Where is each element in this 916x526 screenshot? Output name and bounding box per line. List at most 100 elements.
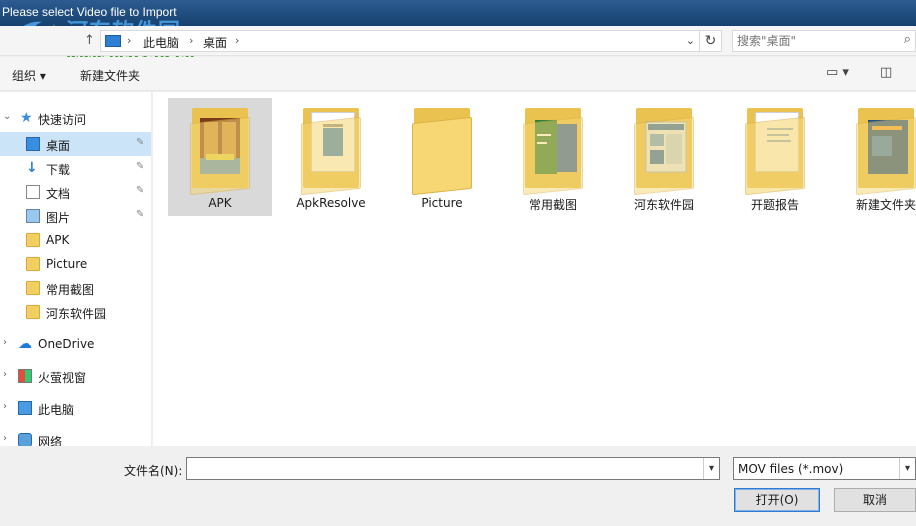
- filename-label: 文件名(N):: [124, 464, 183, 478]
- up-arrow-icon[interactable]: ↑: [84, 33, 95, 48]
- nav-item-app[interactable]: › 火萤视窗: [0, 364, 151, 388]
- file-item-apk[interactable]: APK: [168, 98, 272, 216]
- chevron-right-icon[interactable]: ›: [127, 34, 131, 47]
- folder-icon: [745, 108, 807, 196]
- nav-item-this-pc[interactable]: › 此电脑: [0, 396, 151, 420]
- file-item-hedong[interactable]: 河东软件园: [612, 98, 716, 216]
- file-name: Picture: [421, 196, 463, 210]
- nav-label: APK: [46, 233, 70, 247]
- nav-item-network[interactable]: › 网络: [0, 428, 151, 446]
- nav-label: 河东软件园: [46, 307, 107, 321]
- folder-icon: [856, 108, 916, 196]
- open-button[interactable]: 打开(O): [734, 488, 820, 512]
- file-item-apkresolve[interactable]: ApkResolve: [279, 98, 383, 216]
- folder-icon: [26, 305, 40, 319]
- file-item-picture[interactable]: Picture: [390, 98, 494, 216]
- document-icon: [26, 185, 40, 199]
- folder-icon: [26, 257, 40, 271]
- dropdown-arrow-icon: ▾: [39, 69, 46, 83]
- nav-label: 此电脑: [38, 403, 75, 417]
- file-name: 常用截图: [528, 198, 577, 212]
- nav-label: 常用截图: [46, 283, 95, 297]
- computer-icon: [105, 35, 121, 47]
- nav-item-apk[interactable]: APK: [0, 228, 151, 252]
- nav-label: 桌面: [46, 139, 71, 153]
- filename-combobox[interactable]: ▾: [186, 457, 720, 480]
- dialog-footer: 文件名(N): ▾ MOV files (*.mov) ▾ 打开(O) 取消: [0, 446, 916, 526]
- nav-label: 图片: [46, 211, 71, 225]
- address-bar[interactable]: › 此电脑 › 桌面 › ⌄: [100, 30, 700, 52]
- nav-label: 文档: [46, 187, 71, 201]
- preview-pane-icon[interactable]: ◫: [880, 65, 892, 80]
- file-list: APK ApkResolve Picture 常用截图 河东软件园 开题报告 新…: [153, 92, 916, 446]
- nav-item-picture[interactable]: Picture: [0, 252, 151, 276]
- star-icon: ★: [20, 110, 33, 126]
- folder-icon: [190, 108, 252, 196]
- computer-icon: [18, 401, 32, 415]
- chevron-right-icon[interactable]: ›: [235, 34, 239, 47]
- nav-label: 快速访问: [38, 113, 87, 127]
- chevron-down-icon[interactable]: ⌄: [686, 34, 695, 47]
- file-name: 新建文件夹: [855, 198, 916, 212]
- cancel-button[interactable]: 取消: [834, 488, 916, 512]
- pin-icon: ✎: [136, 137, 145, 148]
- toolbar: 组织 ▾ 新建文件夹 ▭ ▾ ◫: [0, 57, 916, 91]
- file-name: ApkResolve: [296, 196, 366, 210]
- onedrive-icon: ☁: [18, 336, 32, 352]
- nav-item-documents[interactable]: 文档 ✎: [0, 180, 151, 204]
- chevron-down-icon[interactable]: ⌄: [3, 111, 11, 122]
- organize-label: 组织: [12, 69, 37, 83]
- folder-icon: [301, 108, 363, 196]
- navigation-pane: ⌄ ★ 快速访问 桌面 ✎ ↓ 下载 ✎ 文档 ✎ 图片 ✎ APK Pictu…: [0, 92, 152, 446]
- file-name: 开题报告: [750, 198, 799, 212]
- nav-item-hedong[interactable]: 河东软件园: [0, 300, 151, 324]
- chevron-right-icon[interactable]: ›: [3, 337, 7, 348]
- pin-icon: ✎: [136, 161, 145, 172]
- chevron-down-icon[interactable]: ▾: [899, 458, 915, 479]
- nav-quick-access[interactable]: ⌄ ★ 快速访问: [0, 106, 151, 130]
- organize-button[interactable]: 组织 ▾: [12, 67, 46, 84]
- nav-item-screenshots[interactable]: 常用截图: [0, 276, 151, 300]
- folder-icon: [26, 233, 40, 247]
- filetype-value: MOV files (*.mov): [738, 462, 844, 476]
- file-item-screenshots[interactable]: 常用截图: [501, 98, 605, 216]
- download-icon: ↓: [26, 160, 38, 176]
- file-name: APK: [208, 196, 232, 210]
- nav-item-downloads[interactable]: ↓ 下载 ✎: [0, 156, 151, 180]
- new-folder-button[interactable]: 新建文件夹: [80, 67, 140, 84]
- filetype-select[interactable]: MOV files (*.mov) ▾: [733, 457, 916, 480]
- chevron-right-icon[interactable]: ›: [3, 433, 7, 444]
- chevron-right-icon[interactable]: ›: [189, 34, 193, 47]
- folder-icon: [523, 108, 585, 196]
- pin-icon: ✎: [136, 209, 145, 220]
- search-box[interactable]: ⌕: [732, 30, 916, 52]
- nav-item-pictures[interactable]: 图片 ✎: [0, 204, 151, 228]
- search-input[interactable]: [737, 33, 897, 49]
- refresh-button[interactable]: ↻: [700, 30, 722, 52]
- desktop-icon: [26, 137, 40, 151]
- nav-item-onedrive[interactable]: › ☁ OneDrive: [0, 332, 151, 356]
- nav-item-desktop[interactable]: 桌面 ✎: [0, 132, 151, 156]
- breadcrumb-this-pc[interactable]: 此电脑: [143, 34, 179, 51]
- nav-label: Picture: [46, 257, 88, 271]
- nav-label: 下载: [46, 163, 71, 177]
- filename-input[interactable]: [189, 460, 699, 477]
- breadcrumb-desktop[interactable]: 桌面: [203, 34, 227, 51]
- title-bar: Please select Video file to Import: [0, 0, 916, 26]
- view-options-icon[interactable]: ▭ ▾: [826, 65, 849, 80]
- refresh-icon: ↻: [704, 33, 717, 49]
- folder-icon: [412, 108, 474, 196]
- window-title: Please select Video file to Import: [2, 5, 177, 19]
- file-item-new-folder[interactable]: 新建文件夹: [834, 98, 916, 216]
- nav-label: 火萤视窗: [38, 371, 87, 385]
- chevron-right-icon[interactable]: ›: [3, 369, 7, 380]
- folder-icon: [26, 281, 40, 295]
- network-icon: [18, 433, 32, 446]
- file-item-report[interactable]: 开题报告: [723, 98, 827, 216]
- file-name: 河东软件园: [633, 198, 694, 212]
- app-icon: [18, 369, 32, 383]
- chevron-right-icon[interactable]: ›: [3, 401, 7, 412]
- search-icon[interactable]: ⌕: [904, 32, 911, 47]
- pin-icon: ✎: [136, 185, 145, 196]
- chevron-down-icon[interactable]: ▾: [703, 458, 719, 479]
